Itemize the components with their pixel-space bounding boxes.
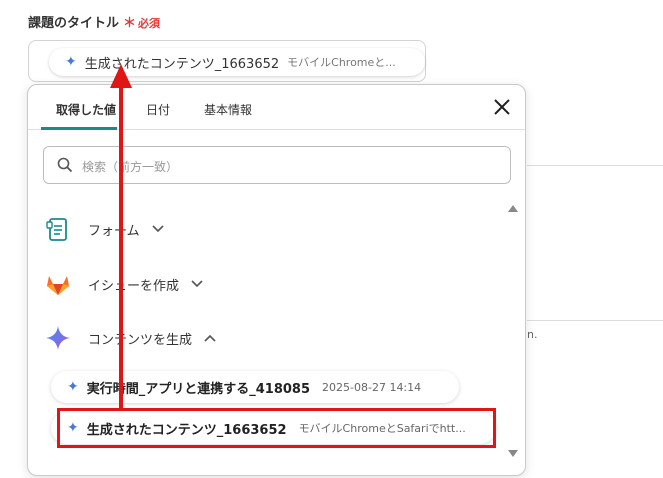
list-item[interactable]: ✦ 実行時間_アプリと連携する_418085 2025-08-27 14:14 (51, 371, 459, 403)
tab-date[interactable]: 日付 (146, 101, 170, 118)
search-icon (57, 157, 73, 173)
title-field-label: 課題のタイトル＊必須 (28, 12, 160, 31)
sparkle-icon: ✦ (67, 379, 79, 395)
title-chip-main: 生成されたコンテンツ_1663652 (84, 56, 280, 72)
list-item-sub: 2025-08-27 14:14 (322, 380, 422, 394)
sparkle-icon: ✦ (67, 420, 79, 436)
form-icon (46, 218, 67, 241)
list-item-selected[interactable]: ✦ 生成されたコンテンツ_1663652 モバイルChromeとSafariでh… (51, 412, 496, 444)
scroll-down-icon[interactable] (507, 449, 519, 459)
gemini-sparkle-icon (46, 326, 70, 350)
title-input-field[interactable]: ✦ 生成されたコンテンツ_1663652 モバイルChromeと... (28, 40, 426, 82)
title-value-chip[interactable]: ✦ 生成されたコンテンツ_1663652 モバイルChromeと... (49, 48, 425, 76)
section-form[interactable]: フォーム (44, 214, 164, 244)
section-generate-content-label: コンテンツを生成 (88, 332, 193, 348)
section-create-issue-label: イシューを作成 (88, 278, 180, 294)
list-item-sub: モバイルChromeとSafariでhtt... (298, 422, 466, 435)
sparkle-icon: ✦ (65, 54, 77, 70)
background-divider (527, 320, 663, 321)
list-item-main: 実行時間_アプリと連携する_418085 (86, 381, 311, 397)
close-icon (494, 99, 510, 115)
background-divider (527, 165, 663, 166)
scrollbar[interactable] (507, 203, 519, 461)
section-create-issue[interactable]: イシューを作成 (44, 269, 203, 299)
close-button[interactable] (490, 95, 514, 119)
section-form-label: フォーム (88, 223, 140, 239)
search-input[interactable]: 検索（前方一致） (43, 146, 511, 184)
tab-obtained-values[interactable]: 取得した値 (56, 101, 116, 118)
title-chip-sub: モバイルChromeと... (287, 56, 396, 69)
required-text: 必須 (138, 17, 161, 30)
chevron-down-icon (191, 280, 203, 288)
search-placeholder: 検索（前方一致） (82, 160, 179, 174)
list-item-main: 生成されたコンテンツ_1663652 (86, 422, 287, 438)
scroll-up-icon[interactable] (507, 203, 519, 213)
tab-basic-info[interactable]: 基本情報 (204, 101, 252, 118)
active-tab-indicator (41, 127, 117, 130)
section-generate-content[interactable]: コンテンツを生成 (44, 323, 216, 353)
chevron-up-icon (204, 334, 216, 342)
background-text: n. (527, 328, 538, 341)
value-picker-panel: 取得した値 日付 基本情報 検索（前方一致） フォーム イシューを作成 コンテン… (27, 84, 526, 476)
title-field-label-text: 課題のタイトル (28, 16, 120, 31)
gitlab-icon (47, 276, 69, 295)
chevron-down-icon (152, 225, 164, 233)
required-asterisk: ＊ (123, 16, 137, 31)
